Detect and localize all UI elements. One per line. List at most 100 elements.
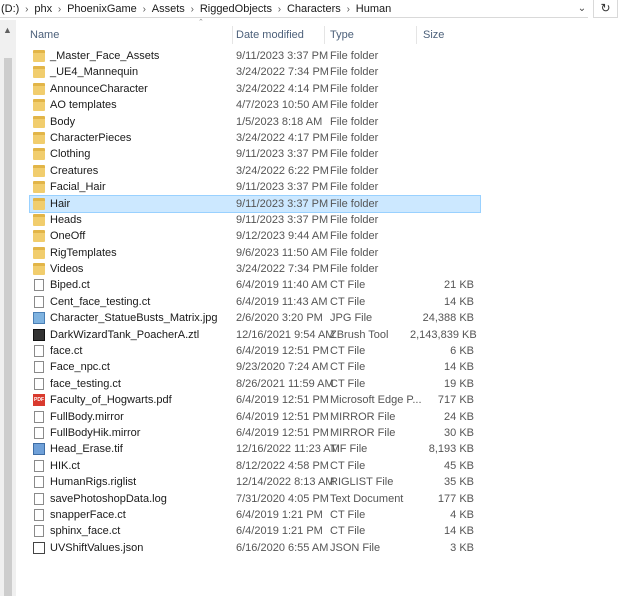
file-icon — [34, 279, 44, 292]
file-row[interactable]: PDF Faculty_of_Hogwarts.pdf 6/4/2019 12:51… — [30, 392, 480, 408]
file-row[interactable]: _Master_Face_Assets 9/11/2023 3:37 PM File… — [30, 48, 480, 64]
file-size: 45 KB — [444, 459, 474, 472]
file-name: Clothing — [50, 148, 91, 161]
file-name: _UE4_Mannequin — [50, 66, 139, 79]
date-modified: 6/4/2019 11:43 AM — [236, 295, 328, 308]
file-icon — [34, 492, 44, 505]
folder-icon — [33, 164, 45, 177]
column-header-type[interactable]: Type — [330, 26, 417, 44]
file-row[interactable]: Heads 9/11/2023 3:37 PM File folder — [30, 212, 480, 228]
file-name: _Master_Face_Assets — [50, 50, 160, 62]
file-row[interactable]: AnnounceCharacter 3/24/2022 4:14 PM File f… — [30, 81, 480, 97]
file-row[interactable]: _UE4_Mannequin 3/24/2022 7:34 PM File fold… — [30, 64, 480, 80]
file-name: savePhotoshopData.log — [50, 492, 167, 505]
breadcrumb-item[interactable]: Human — [355, 3, 392, 15]
file-size: 717 KB — [437, 394, 474, 407]
date-modified: 3/24/2022 7:34 PM — [236, 263, 329, 276]
date-modified: 9/11/2023 3:37 PM — [236, 50, 329, 62]
breadcrumb-item[interactable]: (D:) — [0, 3, 20, 15]
file-row[interactable]: HIK.ct 8/12/2022 4:58 PM CT File 45 KB — [30, 458, 480, 474]
file-row[interactable]: Face_npc.ct 9/23/2020 7:24 AM CT File 14 KB — [30, 359, 480, 375]
file-type: File folder — [330, 115, 379, 128]
file-row[interactable]: FullBodyHik.mirror 6/4/2019 12:51 PM MIRRO… — [30, 425, 480, 441]
file-row[interactable]: CharacterPieces 3/24/2022 4:17 PM File fol… — [30, 130, 480, 146]
scroll-up-arrow-icon[interactable]: ▲ — [3, 25, 12, 35]
file-size: 14 KB — [444, 295, 474, 308]
file-name: Cent_face_testing.ct — [50, 295, 151, 308]
file-type: File folder — [330, 164, 379, 177]
file-type: CT File — [330, 295, 366, 308]
file-name: Face_npc.ct — [50, 361, 110, 374]
navigation-pane-scrollbar[interactable]: ▲ — [0, 20, 16, 596]
file-name: FullBodyHik.mirror — [50, 426, 141, 439]
folder-icon — [33, 230, 45, 243]
breadcrumb-item[interactable]: RiggedObjects — [199, 3, 273, 15]
address-bar[interactable]: (D:) › phx › PhoenixGame › Assets › RiggedObject… — [0, 0, 588, 18]
date-modified: 9/11/2023 3:37 PM — [236, 213, 329, 226]
file-row[interactable]: UVShiftValues.json 6/16/2020 6:55 AM JSON … — [30, 540, 480, 556]
file-row[interactable]: sphinx_face.ct 6/4/2019 1:21 PM CT File 14 … — [30, 523, 480, 539]
file-type: CT File — [330, 279, 366, 292]
file-row[interactable]: RigTemplates 9/6/2023 11:50 AM File folder — [30, 245, 480, 261]
column-header-size[interactable]: Size — [423, 26, 478, 44]
file-name: face.ct — [50, 345, 83, 358]
file-type: JSON File — [330, 541, 381, 554]
file-row[interactable]: AO templates 4/7/2023 10:50 AM File folder — [30, 97, 480, 113]
date-modified: 3/24/2022 4:14 PM — [236, 82, 329, 95]
file-row[interactable]: Creatures 3/24/2022 6:22 PM File folder — [30, 163, 480, 179]
file-row[interactable]: DarkWizardTank_PoacherA.ztl 12/16/2021 9:… — [30, 327, 480, 343]
file-type: File folder — [330, 66, 379, 79]
file-name: Faculty_of_Hogwarts.pdf — [50, 394, 172, 407]
file-row[interactable]: snapperFace.ct 6/4/2019 1:21 PM CT File 4 K… — [30, 507, 480, 523]
file-type: File folder — [330, 82, 379, 95]
column-header-name[interactable]: Name — [30, 26, 233, 44]
column-header-type-label: Type — [330, 29, 354, 41]
file-type: File folder — [330, 246, 379, 259]
file-row[interactable]: face_testing.ct 8/26/2021 11:59 AM CT File… — [30, 376, 480, 392]
file-row[interactable]: FullBody.mirror 6/4/2019 12:51 PM MIRROR F… — [30, 409, 480, 425]
scrollbar-thumb[interactable] — [4, 58, 12, 596]
file-type: CT File — [330, 459, 366, 472]
breadcrumb-separator-icon[interactable]: › — [138, 4, 151, 15]
breadcrumb-separator-icon[interactable]: › — [342, 4, 355, 15]
file-row[interactable]: Biped.ct 6/4/2019 11:40 AM CT File 21 KB — [30, 277, 480, 293]
file-row[interactable]: Head_Erase.tif 12/16/2022 11:23 AM TIF Fil… — [30, 441, 480, 457]
file-name: Character_StatueBusts_Matrix.jpg — [50, 312, 218, 325]
file-row[interactable]: face.ct 6/4/2019 12:51 PM CT File 6 KB — [30, 343, 480, 359]
file-name: snapperFace.ct — [50, 508, 126, 521]
breadcrumb-separator-icon[interactable]: › — [273, 4, 286, 15]
file-row[interactable]: Clothing 9/11/2023 3:37 PM File folder — [30, 146, 480, 162]
breadcrumb-item[interactable]: PhoenixGame — [66, 3, 138, 15]
file-row[interactable]: savePhotoshopData.log 7/31/2020 4:05 PM Te… — [30, 491, 480, 507]
file-row[interactable]: OneOff 9/12/2023 9:44 AM File folder — [30, 228, 480, 244]
file-row[interactable]: Facial_Hair 9/11/2023 3:37 PM File folder — [30, 179, 480, 195]
file-row[interactable]: Cent_face_testing.ct 6/4/2019 11:43 AM CT … — [30, 294, 480, 310]
file-row[interactable]: HumanRigs.riglist 12/14/2022 8:13 AM RIGLI… — [30, 474, 480, 490]
folder-icon — [33, 115, 45, 128]
file-icon — [34, 377, 44, 390]
file-row[interactable]: Body 1/5/2023 8:18 AM File folder — [30, 114, 480, 130]
breadcrumb-separator-icon[interactable]: › — [186, 4, 199, 15]
file-size: 177 KB — [437, 492, 474, 505]
file-row[interactable]: Videos 3/24/2022 7:34 PM File folder — [30, 261, 480, 277]
refresh-icon: ↻ — [600, 1, 611, 15]
breadcrumb-separator-icon[interactable]: › — [53, 4, 66, 15]
column-header-date-label: Date modified — [236, 29, 304, 41]
breadcrumb-separator-icon[interactable]: › — [20, 4, 33, 15]
file-row[interactable]: Character_StatueBusts_Matrix.jpg 2/6/2020… — [30, 310, 480, 326]
breadcrumb-item[interactable]: Characters — [286, 3, 342, 15]
column-header-date[interactable]: Date modified — [236, 26, 325, 44]
file-type: MIRROR File — [330, 426, 396, 439]
chevron-down-icon[interactable]: ⌄ — [576, 0, 588, 17]
file-type: File folder — [330, 197, 379, 210]
file-name: Body — [50, 115, 76, 128]
breadcrumb-item[interactable]: phx — [33, 3, 53, 15]
file-type: File folder — [330, 131, 379, 144]
breadcrumb-item[interactable]: Assets — [151, 3, 186, 15]
file-type: Microsoft Edge P... — [330, 394, 422, 407]
file-icon — [34, 426, 44, 439]
file-name: Creatures — [50, 164, 99, 177]
file-name: AnnounceCharacter — [50, 82, 148, 95]
file-row[interactable]: Hair 9/11/2023 3:37 PM File folder — [29, 194, 481, 213]
refresh-button[interactable]: ↻ — [593, 0, 618, 18]
